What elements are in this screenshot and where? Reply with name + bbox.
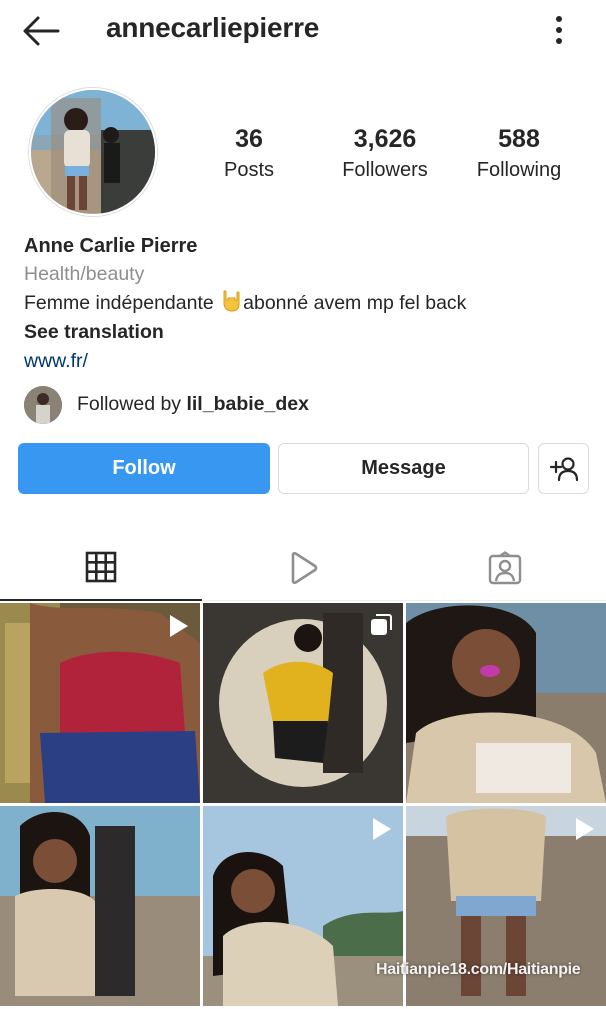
carousel-icon xyxy=(371,614,392,635)
watermark-text: Haitianpie18.com/Haitianpie xyxy=(376,961,581,978)
tagged-person-icon xyxy=(488,551,522,585)
post-thumbnail[interactable] xyxy=(0,806,200,1006)
profile-tabs xyxy=(0,535,606,601)
follower-avatar xyxy=(24,386,62,424)
following-stat[interactable]: 588 Following xyxy=(466,124,572,186)
profile-category: Health/beauty xyxy=(24,263,145,285)
followers-count: 3,626 xyxy=(353,125,417,153)
play-icon xyxy=(373,818,391,840)
more-options-button[interactable] xyxy=(545,12,573,48)
grid-icon xyxy=(85,551,117,583)
followers-stat[interactable]: 3,626 Followers xyxy=(330,124,440,186)
more-vertical-icon xyxy=(556,16,562,44)
following-label: Following xyxy=(476,159,562,181)
post-thumbnail[interactable] xyxy=(203,806,403,1006)
suggest-people-button[interactable] xyxy=(538,443,589,494)
posts-grid xyxy=(0,603,606,1009)
profile-avatar[interactable] xyxy=(29,88,157,216)
rock-on-hand-icon xyxy=(223,290,240,312)
post-thumbnail[interactable] xyxy=(406,603,606,803)
post-thumbnail[interactable] xyxy=(0,603,200,803)
play-icon xyxy=(576,818,594,840)
top-bar: annecarliepierre xyxy=(0,0,606,62)
avatar-photo xyxy=(31,90,155,214)
display-name: Anne Carlie Pierre xyxy=(24,235,198,257)
posts-stat[interactable]: 36 Posts xyxy=(210,124,288,186)
profile-bio: Anne Carlie Pierre Health/beauty Femme i… xyxy=(24,232,584,376)
message-button[interactable]: Message xyxy=(278,443,529,494)
bio-text-start: Femme indépendante xyxy=(24,292,220,314)
followers-label: Followers xyxy=(342,159,428,181)
tab-tagged[interactable] xyxy=(404,535,606,601)
followed-by-text: Followed by lil_babie_dex xyxy=(77,393,309,416)
profile-username: annecarliepierre xyxy=(106,12,320,43)
bio-text: Femme indépendante abonné avem mp fel ba… xyxy=(24,289,584,318)
bio-website-link[interactable]: www.fr/ xyxy=(24,347,584,376)
see-translation-link[interactable]: See translation xyxy=(24,318,584,347)
followed-by-prefix: Followed by xyxy=(77,393,187,415)
followed-by-row[interactable]: Followed by lil_babie_dex xyxy=(24,386,584,424)
post-thumbnail[interactable] xyxy=(203,603,403,803)
play-icon xyxy=(170,615,188,637)
arrow-left-icon xyxy=(23,16,60,46)
following-count: 588 xyxy=(498,125,540,153)
followed-by-user[interactable]: lil_babie_dex xyxy=(186,393,308,415)
posts-count: 36 xyxy=(235,125,263,153)
posts-label: Posts xyxy=(223,159,275,181)
follow-button[interactable]: Follow xyxy=(18,443,270,494)
tab-reels[interactable] xyxy=(202,535,404,601)
tab-grid[interactable] xyxy=(0,535,202,601)
bio-text-end: abonné avem mp fel back xyxy=(243,292,467,314)
back-button[interactable] xyxy=(20,12,64,50)
add-person-icon xyxy=(549,456,578,481)
play-icon xyxy=(291,551,318,585)
